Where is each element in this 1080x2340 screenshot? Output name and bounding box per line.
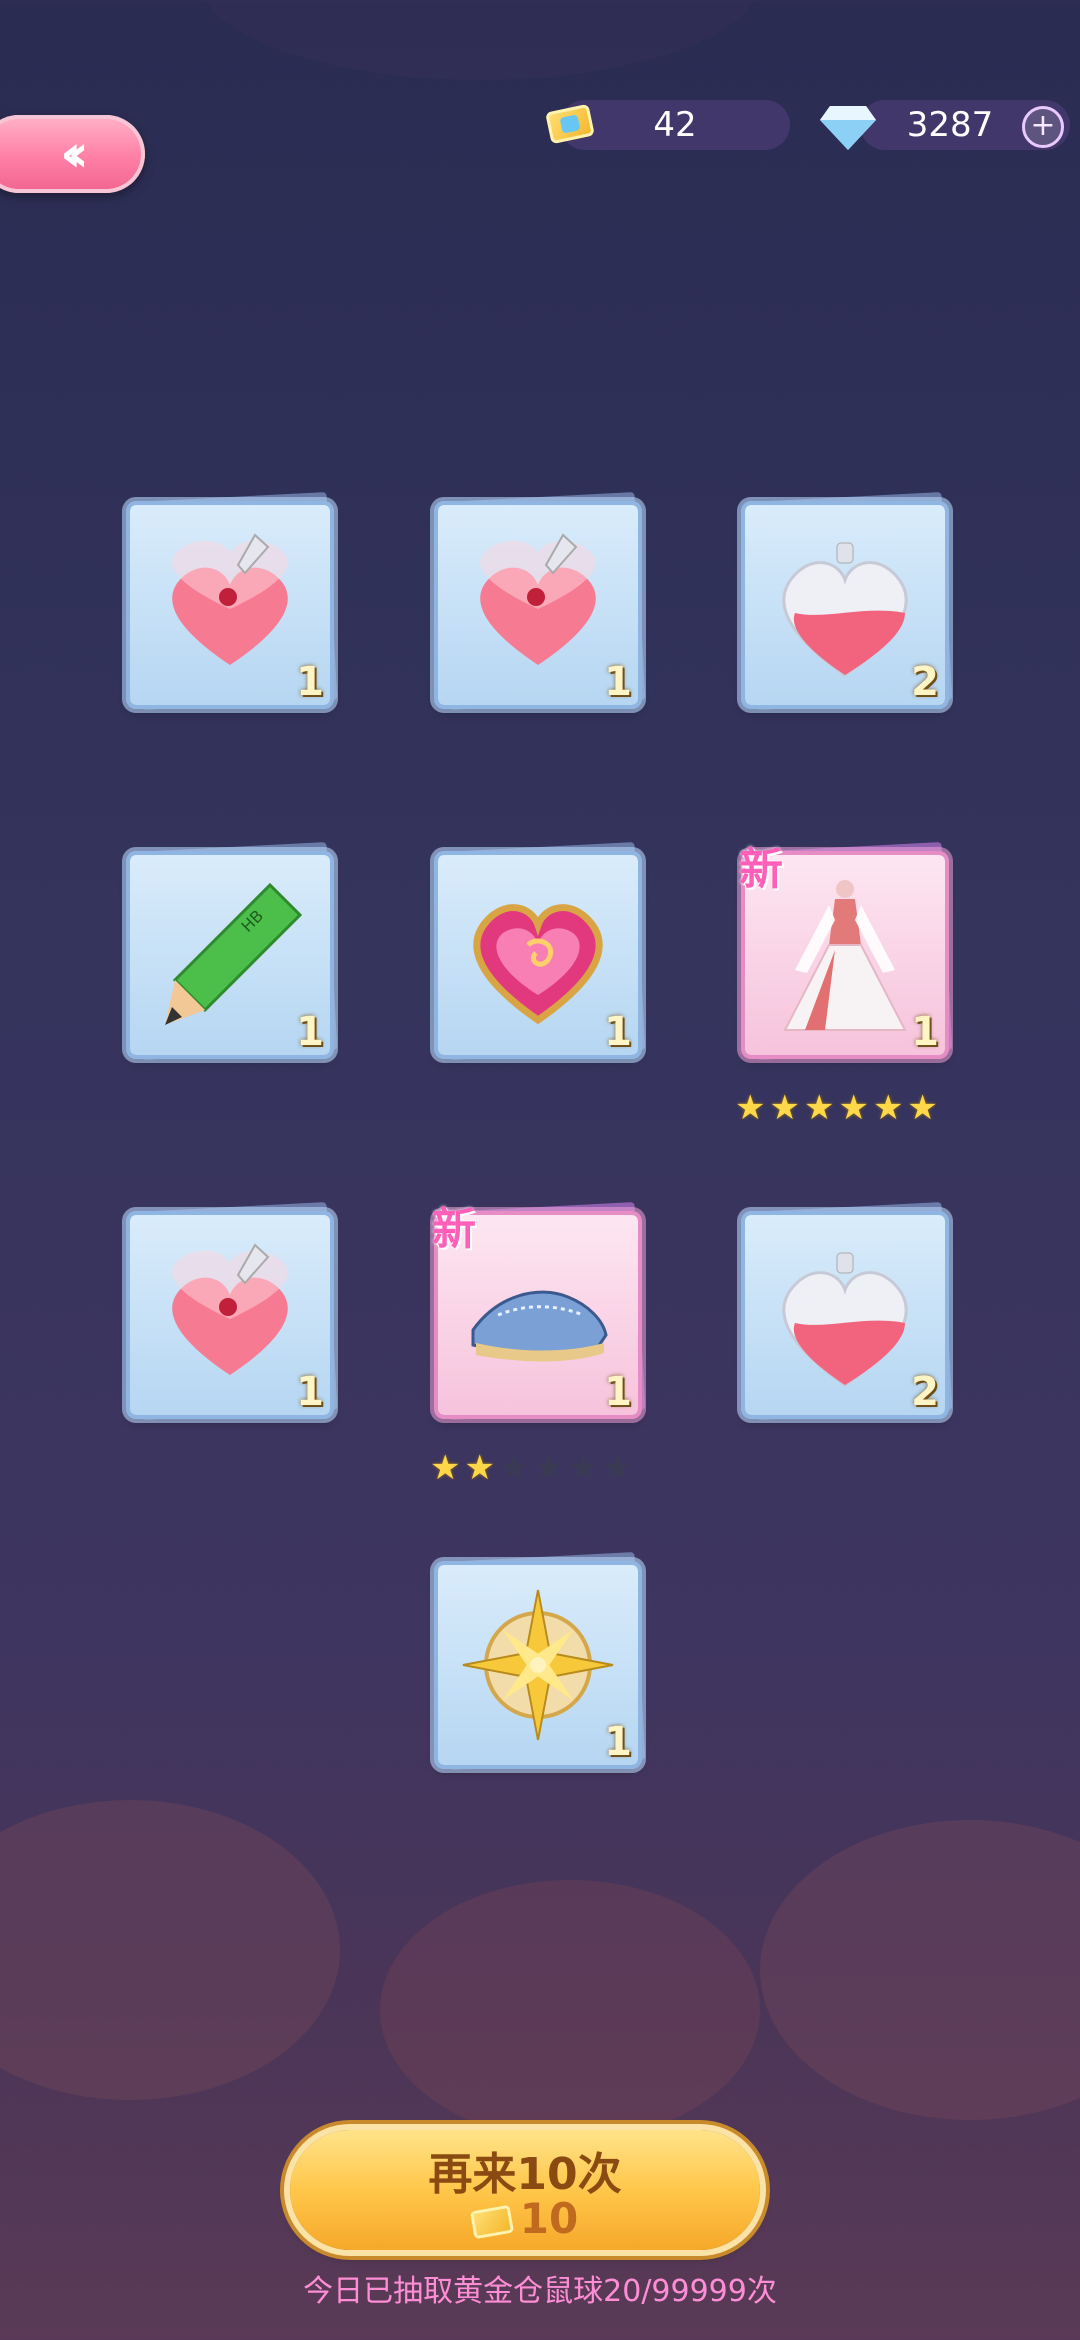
ticket-counter: 42 [560, 100, 790, 150]
star-icon: ★ [838, 1088, 869, 1128]
draw-cost: 10 [290, 2194, 760, 2243]
reward-card-new[interactable]: 新 1 [432, 1202, 646, 1420]
item-count: 1 [604, 1719, 632, 1765]
bg-cloud [0, 1800, 340, 2100]
star-icon: ★ [430, 1448, 461, 1488]
item-count: 1 [604, 1369, 632, 1415]
daily-draw-count: 今日已抽取黄金仓鼠球20/99999次 [303, 2274, 777, 2309]
item-count: 1 [296, 1009, 324, 1055]
item-count: 1 [296, 659, 324, 705]
item-count: 1 [604, 659, 632, 705]
reward-card[interactable]: 2 [745, 492, 953, 710]
star-icon: ★ [803, 1088, 835, 1128]
heart-potion-icon [480, 533, 596, 665]
bg-cloud [380, 1880, 760, 2140]
heart-bottle-icon [782, 542, 908, 677]
star-rating: ★ ★ ★ ★ ★ ★ [430, 1448, 633, 1488]
draw-cost-value: 10 [519, 2194, 579, 2243]
diamond-count: 3287 [906, 105, 994, 145]
reward-card[interactable]: 1 [438, 1552, 646, 1770]
star-empty-icon: ★ [498, 1448, 530, 1488]
heart-bottle-icon [782, 1252, 908, 1387]
star-icon: ★ [769, 1088, 800, 1128]
compass-star-icon [462, 1589, 614, 1741]
item-count: 2 [911, 1369, 939, 1415]
shoes-icon [471, 1290, 608, 1362]
star-icon: ★ [735, 1088, 766, 1128]
item-count: 1 [296, 1369, 324, 1415]
bg-cloud [760, 1820, 1080, 2120]
star-empty-icon: ★ [533, 1448, 564, 1488]
reward-card[interactable]: 2 [745, 1202, 953, 1420]
dress-icon [783, 880, 907, 1031]
item-count: 1 [911, 1009, 939, 1055]
reward-card[interactable]: HB 1 [130, 842, 338, 1060]
star-icon: ★ [464, 1448, 495, 1488]
heart-gem-icon [473, 904, 603, 1025]
star-icon: ★ [907, 1088, 938, 1128]
item-count: 1 [604, 1009, 632, 1055]
star-empty-icon: ★ [567, 1448, 599, 1488]
add-diamonds-button[interactable]: + [1022, 106, 1064, 148]
ticket-count: 42 [653, 105, 697, 145]
star-rating: ★ ★ ★ ★ ★ ★ [735, 1088, 938, 1128]
bg-cloud [200, 0, 760, 80]
ticket-icon [469, 2204, 514, 2239]
item-count: 2 [911, 659, 939, 705]
back-button[interactable]: ‹‹ [0, 115, 145, 193]
heart-potion-icon [172, 533, 288, 665]
reward-card-new[interactable]: 新 1 [739, 842, 953, 1060]
diamond-icon [820, 106, 876, 150]
star-empty-icon: ★ [602, 1448, 633, 1488]
new-tag: 新 [432, 1204, 476, 1255]
draw-again-label: 再来10次 [428, 2149, 622, 2200]
pencil-icon: HB [165, 882, 303, 1025]
reward-card[interactable]: 1 [130, 1202, 338, 1420]
draw-again-button[interactable]: 再来10次 10 [290, 2130, 760, 2250]
star-icon: ★ [872, 1088, 904, 1128]
reward-card[interactable]: 1 [438, 492, 646, 710]
heart-potion-icon [172, 1243, 288, 1375]
double-chevron-left-icon: ‹‹ [60, 124, 89, 184]
reward-card[interactable]: 1 [438, 842, 646, 1060]
new-tag: 新 [739, 844, 783, 895]
reward-card[interactable]: 1 [130, 492, 338, 710]
